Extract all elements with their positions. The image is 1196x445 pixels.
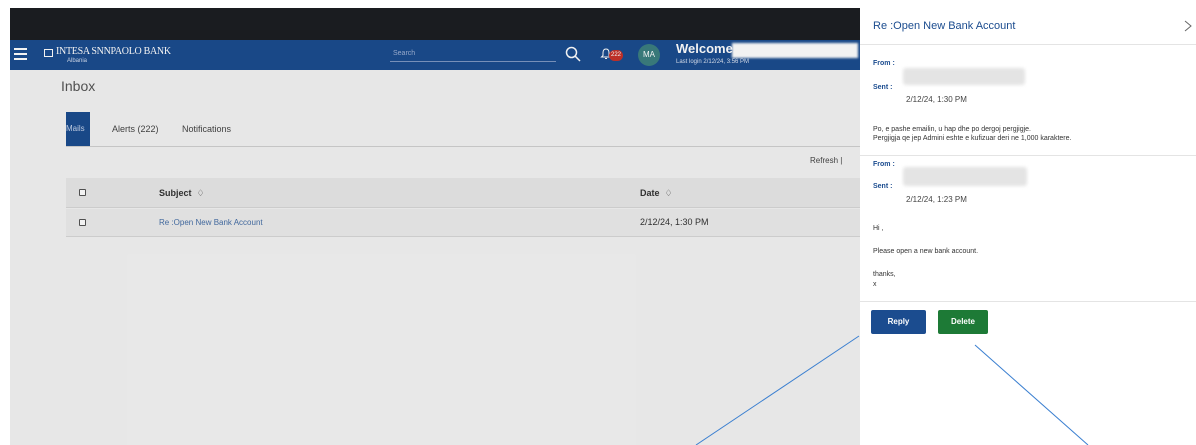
chevron-right-icon[interactable] [1183, 20, 1193, 32]
row-subject-link[interactable]: Re :Open New Bank Account [159, 218, 263, 227]
column-header-subject-label: Subject [159, 188, 192, 198]
last-login-text: Last login 2/12/24, 3:56 PM [676, 59, 750, 65]
message-body-line: Please open a new bank account. [873, 248, 979, 255]
top-navbar: INTESA SNNPAOLO BANK Albania Search 222 … [10, 40, 860, 70]
message-body-line: Pergjigja qe jep Admini eshte e kufizuar… [873, 135, 1072, 142]
hamburger-menu-icon[interactable] [14, 48, 27, 60]
divider [860, 155, 1196, 156]
search-input[interactable]: Search [393, 50, 415, 57]
bank-logo-icon [44, 49, 53, 57]
message-body-line: thanks, [873, 271, 896, 278]
bank-region: Albania [67, 58, 88, 64]
redacted-sender [903, 167, 1027, 186]
sort-icon: ♢ [196, 188, 205, 198]
bank-name: INTESA SNNPAOLO BANK [56, 46, 171, 57]
delete-button[interactable]: Delete [938, 310, 988, 334]
message-body-line: Po, e pashe emailin, u hap dhe po dergoj… [873, 126, 1031, 133]
alerts-count-badge: 222 [609, 50, 624, 61]
redacted-sender [903, 68, 1025, 85]
column-header-date[interactable]: Date ♢ [640, 188, 673, 199]
table-header: Subject ♢ Date ♢ [66, 178, 860, 208]
tab-mails[interactable]: Mails [66, 112, 90, 146]
sort-icon: ♢ [664, 188, 673, 198]
search-underline [390, 61, 556, 62]
top-strip [10, 8, 860, 40]
message-body-line: x [873, 281, 877, 288]
panel-title: Re :Open New Bank Account [873, 20, 1016, 32]
from-label: From : [873, 60, 895, 67]
row-checkbox[interactable] [79, 219, 86, 226]
column-header-date-label: Date [640, 188, 660, 198]
divider [860, 44, 1196, 45]
welcome-text: Welcome, [676, 41, 737, 56]
search-icon[interactable] [565, 46, 581, 62]
avatar[interactable]: MA [638, 44, 660, 66]
refresh-link[interactable]: Refresh | [810, 156, 842, 165]
column-header-subject[interactable]: Subject ♢ [159, 188, 205, 199]
tab-notifications[interactable]: Notifications [182, 124, 231, 134]
table-row[interactable]: Re :Open New Bank Account 2/12/24, 1:30 … [66, 209, 860, 237]
message-body-line: Hi , [873, 225, 884, 232]
row-date: 2/12/24, 1:30 PM [640, 217, 709, 227]
from-label: From : [873, 161, 895, 168]
sent-label: Sent : [873, 183, 893, 190]
select-all-checkbox[interactable] [79, 189, 86, 196]
tab-alerts[interactable]: Alerts (222) [112, 124, 159, 134]
reply-button[interactable]: Reply [871, 310, 926, 334]
redacted-username [732, 43, 858, 58]
mail-detail-panel: Re :Open New Bank Account From : Sent : … [860, 0, 1196, 445]
tabs-divider [66, 146, 860, 147]
sent-date: 2/12/24, 1:30 PM [906, 95, 967, 104]
background-app: INTESA SNNPAOLO BANK Albania Search 222 … [10, 8, 860, 445]
sent-label: Sent : [873, 84, 893, 91]
divider [860, 301, 1196, 302]
screen: INTESA SNNPAOLO BANK Albania Search 222 … [0, 0, 1196, 445]
sent-date: 2/12/24, 1:23 PM [906, 195, 967, 204]
page-title: Inbox [61, 78, 96, 94]
